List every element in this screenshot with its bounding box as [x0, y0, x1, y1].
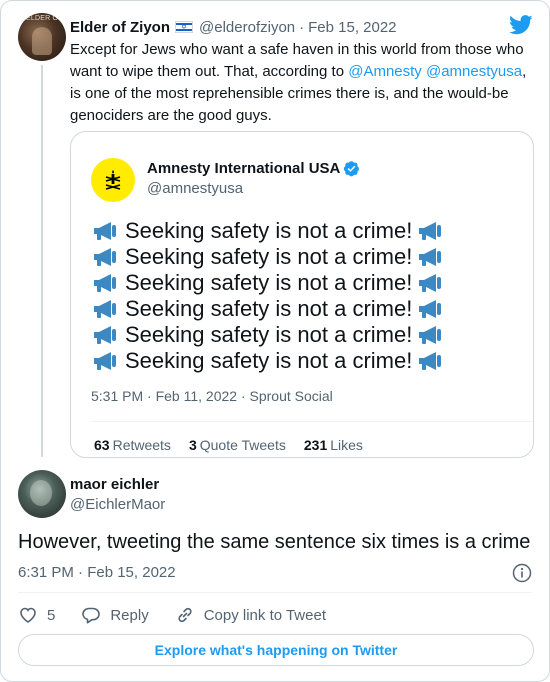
reply-tweet-text: However, tweeting the same sentence six … [18, 531, 531, 553]
quoted-tweet-text: Seeking safety is not a crime! Seeking s… [91, 218, 521, 374]
israel-flag-icon: ✡ [175, 21, 194, 33]
megaphone-icon [94, 352, 116, 370]
quoted-author-name[interactable]: Amnesty International USA [147, 160, 360, 177]
verified-badge-icon [344, 161, 360, 177]
avatar-figure [32, 27, 52, 55]
link-icon [178, 607, 192, 623]
mention-amnestyusa-link[interactable]: @amnestyusa [426, 63, 522, 80]
quoted-line: Seeking safety is not a crime! [91, 348, 521, 374]
avatar-maor-eichler[interactable] [18, 470, 66, 518]
copy-link-button[interactable]: Copy link to Tweet [175, 605, 326, 625]
likes-stat[interactable]: 231 Likes [304, 437, 363, 453]
quoted-line: Seeking safety is not a crime! [91, 322, 521, 348]
quoted-line-text: Seeking safety is not a crime! [125, 322, 413, 347]
megaphone-icon [94, 248, 116, 266]
reply-button[interactable]: Reply [81, 605, 149, 625]
megaphone-icon [94, 300, 116, 318]
quoted-divider [91, 421, 533, 422]
megaphone-icon [419, 274, 442, 292]
megaphone-icon [94, 274, 116, 292]
info-icon[interactable] [512, 563, 532, 583]
twitter-bird-icon[interactable] [509, 15, 533, 35]
embedded-tweet-card: ELDER OF Elder of Ziyon ✡ @elderofziyon … [0, 0, 550, 682]
separator-dot: · [299, 18, 305, 36]
quoted-line: Seeking safety is not a crime! [91, 244, 521, 270]
retweets-stat[interactable]: 63 Retweets [94, 437, 171, 453]
copy-link-label: Copy link to Tweet [203, 606, 326, 624]
megaphone-icon [94, 326, 116, 344]
like-button[interactable]: 5 [18, 605, 55, 625]
reply-author-name[interactable]: maor eichler [70, 476, 159, 493]
explore-twitter-button[interactable]: Explore what's happening on Twitter [18, 634, 534, 666]
quoted-line-text: Seeking safety is not a crime! [125, 296, 413, 321]
thread-connector-line [41, 65, 43, 457]
quoted-stats: 63 Retweets 3 Quote Tweets 231 Likes [94, 437, 381, 453]
retweets-count: 63 [94, 437, 110, 453]
retweets-label: Retweets [112, 437, 171, 453]
avatar-caption: ELDER OF [26, 15, 63, 22]
heart-icon [20, 607, 36, 623]
likes-label: Likes [330, 437, 363, 453]
quoted-line: Seeking safety is not a crime! [91, 218, 521, 244]
mention-amnesty-link[interactable]: @Amnesty [348, 63, 422, 80]
quoted-author-name-text: Amnesty International USA [147, 160, 341, 177]
amnesty-avatar[interactable] [91, 158, 135, 202]
quote-tweets-count: 3 [188, 437, 197, 453]
parent-tweet-text: Except for Jews who want a safe haven in… [70, 39, 535, 127]
action-bar: 5 Reply Copy link to Tweet [18, 604, 352, 626]
quote-tweets-label: Quote Tweets [199, 437, 286, 453]
author-handle[interactable]: @elderofziyon [199, 19, 295, 36]
avatar-figure [30, 480, 52, 506]
quoted-line-text: Seeking safety is not a crime! [125, 270, 413, 295]
quoted-line: Seeking safety is not a crime! [91, 270, 521, 296]
megaphone-icon [419, 222, 442, 240]
avatar-elder-of-ziyon[interactable]: ELDER OF [18, 13, 66, 61]
quote-tweets-stat[interactable]: 3 Quote Tweets [189, 437, 286, 453]
megaphone-icon [94, 222, 116, 240]
megaphone-icon [419, 300, 442, 318]
parent-tweet-header: Elder of Ziyon ✡ @elderofziyon · Feb 15,… [70, 17, 397, 37]
quoted-line-text: Seeking safety is not a crime! [125, 348, 413, 373]
reply-label: Reply [110, 606, 149, 624]
quoted-line: Seeking safety is not a crime! [91, 296, 521, 322]
reply-bubble-icon [82, 607, 101, 624]
quoted-line-text: Seeking safety is not a crime! [125, 244, 413, 269]
quoted-author-handle[interactable]: @amnestyusa [147, 180, 243, 197]
quoted-line-text: Seeking safety is not a crime! [125, 218, 413, 243]
quoted-timestamp[interactable]: 5:31 PM · Feb 11, 2022 · Sprout Social [91, 388, 333, 404]
like-count: 5 [47, 606, 56, 624]
likes-count: 231 [303, 437, 328, 453]
amnesty-candle-logo [105, 170, 121, 190]
reply-timestamp[interactable]: 6:31 PM · Feb 15, 2022 [18, 564, 176, 581]
author-name[interactable]: Elder of Ziyon [70, 19, 170, 36]
reply-author-handle[interactable]: @EichlerMaor [70, 496, 165, 513]
tweet-date-link[interactable]: Feb 15, 2022 [308, 19, 396, 36]
quoted-tweet-card[interactable]: Amnesty International USA @amnestyusa Se… [70, 131, 534, 458]
megaphone-icon [419, 326, 442, 344]
megaphone-icon [419, 352, 442, 370]
reply-divider [18, 592, 532, 593]
megaphone-icon [419, 248, 442, 266]
